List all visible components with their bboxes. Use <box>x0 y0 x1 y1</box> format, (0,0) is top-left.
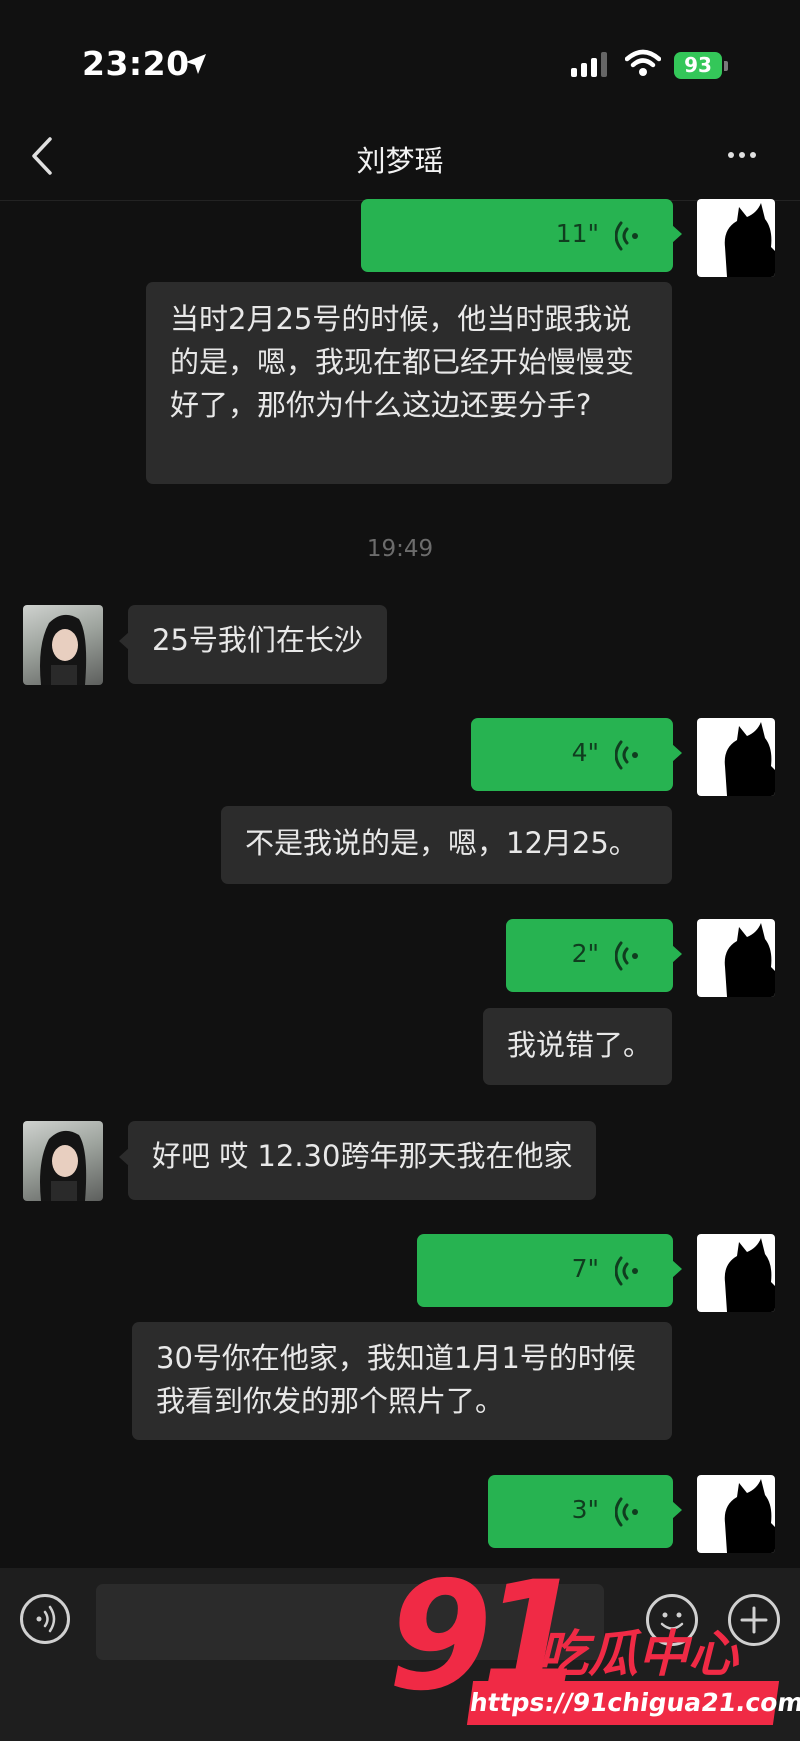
avatar-me[interactable] <box>697 1475 775 1553</box>
voice-wave-icon <box>36 1605 56 1633</box>
voice-wave-icon <box>615 221 638 251</box>
watermark-url: https://91chigua21.com <box>466 1681 800 1725</box>
avatar-me[interactable] <box>697 199 775 277</box>
voice-duration: 3" <box>571 1495 599 1524</box>
voice-duration: 4" <box>571 738 599 767</box>
avatar-me[interactable] <box>697 718 775 796</box>
voice-wave-icon <box>615 740 638 770</box>
avatar-contact[interactable] <box>23 605 103 685</box>
battery-cap <box>724 61 728 71</box>
more-dots-icon[interactable] <box>728 152 756 158</box>
black-cat-icon <box>724 203 775 277</box>
chat-title: 刘梦瑶 <box>356 144 444 178</box>
black-cat-icon <box>724 1238 775 1312</box>
voice-duration: 2" <box>571 939 599 968</box>
voice-message[interactable]: 2" <box>506 919 682 992</box>
incoming-message: 25号我们在长沙 <box>119 605 387 684</box>
status-time: 23:20 <box>82 44 190 83</box>
chat-timestamp: 19:49 <box>366 536 434 562</box>
voice-mode-icon[interactable] <box>20 1594 70 1644</box>
black-cat-icon <box>724 1479 775 1553</box>
contact-photo-icon <box>40 1130 87 1201</box>
voice-message[interactable]: 4" <box>471 718 682 791</box>
voice-duration: 11" <box>555 219 599 248</box>
contact-photo-icon <box>40 614 87 685</box>
voice-transcript: 我说错了。 <box>483 1008 672 1085</box>
voice-wave-icon <box>615 941 638 971</box>
avatar-contact[interactable] <box>23 1121 103 1201</box>
battery-icon: 93 <box>674 52 722 79</box>
wifi-icon <box>625 49 661 76</box>
voice-message[interactable]: 11" <box>361 199 682 272</box>
avatar-me[interactable] <box>697 919 775 997</box>
cellular-signal-icon <box>571 52 607 77</box>
voice-message[interactable]: 3" <box>488 1475 682 1548</box>
avatar-me[interactable] <box>697 1234 775 1312</box>
voice-message[interactable]: 7" <box>417 1234 682 1307</box>
incoming-message: 好吧 哎 12.30跨年那天我在他家 <box>118 1121 597 1200</box>
chat-screen: { "status_bar": { "time": "23:20", "batt… <box>0 0 800 1741</box>
voice-wave-icon <box>615 1256 638 1286</box>
black-cat-icon <box>724 722 775 796</box>
voice-wave-icon <box>615 1497 638 1527</box>
watermark-brand: 吃瓜中心 <box>538 1625 738 1683</box>
black-cat-icon <box>724 923 775 997</box>
voice-duration: 7" <box>571 1254 599 1283</box>
voice-transcript: 当时2月25号的时候，他当时跟我说的是，嗯，我现在都已经开始慢慢变好了，那你为什… <box>146 282 672 484</box>
voice-transcript: 30号你在他家，我知道1月1号的时候我看到你发的那个照片了。 <box>132 1322 672 1440</box>
voice-transcript: 不是我说的是，嗯，12月25。 <box>221 806 672 884</box>
location-arrow-icon <box>186 54 206 74</box>
